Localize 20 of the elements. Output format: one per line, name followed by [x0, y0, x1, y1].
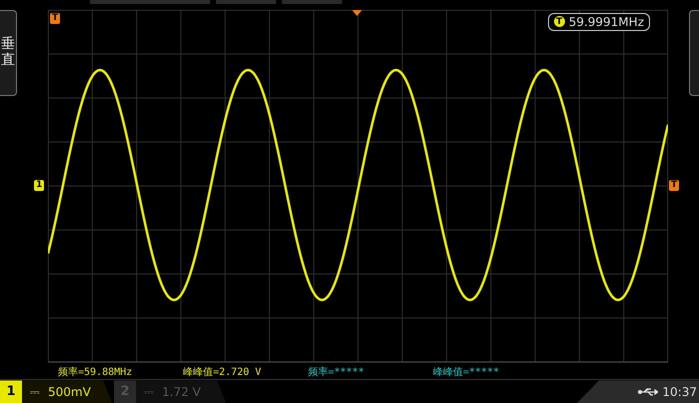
vertical-menu-tab[interactable]: 垂直 — [0, 10, 17, 96]
trigger-level-marker[interactable]: T — [669, 180, 680, 191]
clock-time: 10:37 — [662, 384, 697, 399]
channel-scale: 1.72 V — [162, 384, 201, 399]
trigger-position-arrow-icon — [352, 10, 362, 16]
trigger-position-marker: T — [50, 12, 60, 24]
measurement-reading: 频率=***** — [308, 366, 366, 380]
usb-icon — [638, 386, 658, 397]
trigger-frequency: 59.9991MHz — [568, 14, 644, 29]
channel-tab[interactable]: 1 ⎓ 500mV — [0, 380, 112, 403]
measurement-reading: 峰峰值=***** — [433, 366, 500, 380]
coupling-symbol: ⎓ — [144, 384, 154, 399]
measurement-reading: 频率=59.88MHz — [58, 366, 134, 380]
channel-number: 1 — [0, 380, 22, 403]
channel-marker[interactable]: 1 — [34, 180, 44, 191]
channel-scale: 500mV — [48, 384, 91, 399]
timebase-menu-tab[interactable] — [689, 10, 699, 96]
trigger-label: T — [554, 16, 565, 28]
coupling-symbol: ⎓ — [30, 384, 40, 399]
measurement-reading: 峰峰值=2.720 V — [183, 366, 262, 380]
